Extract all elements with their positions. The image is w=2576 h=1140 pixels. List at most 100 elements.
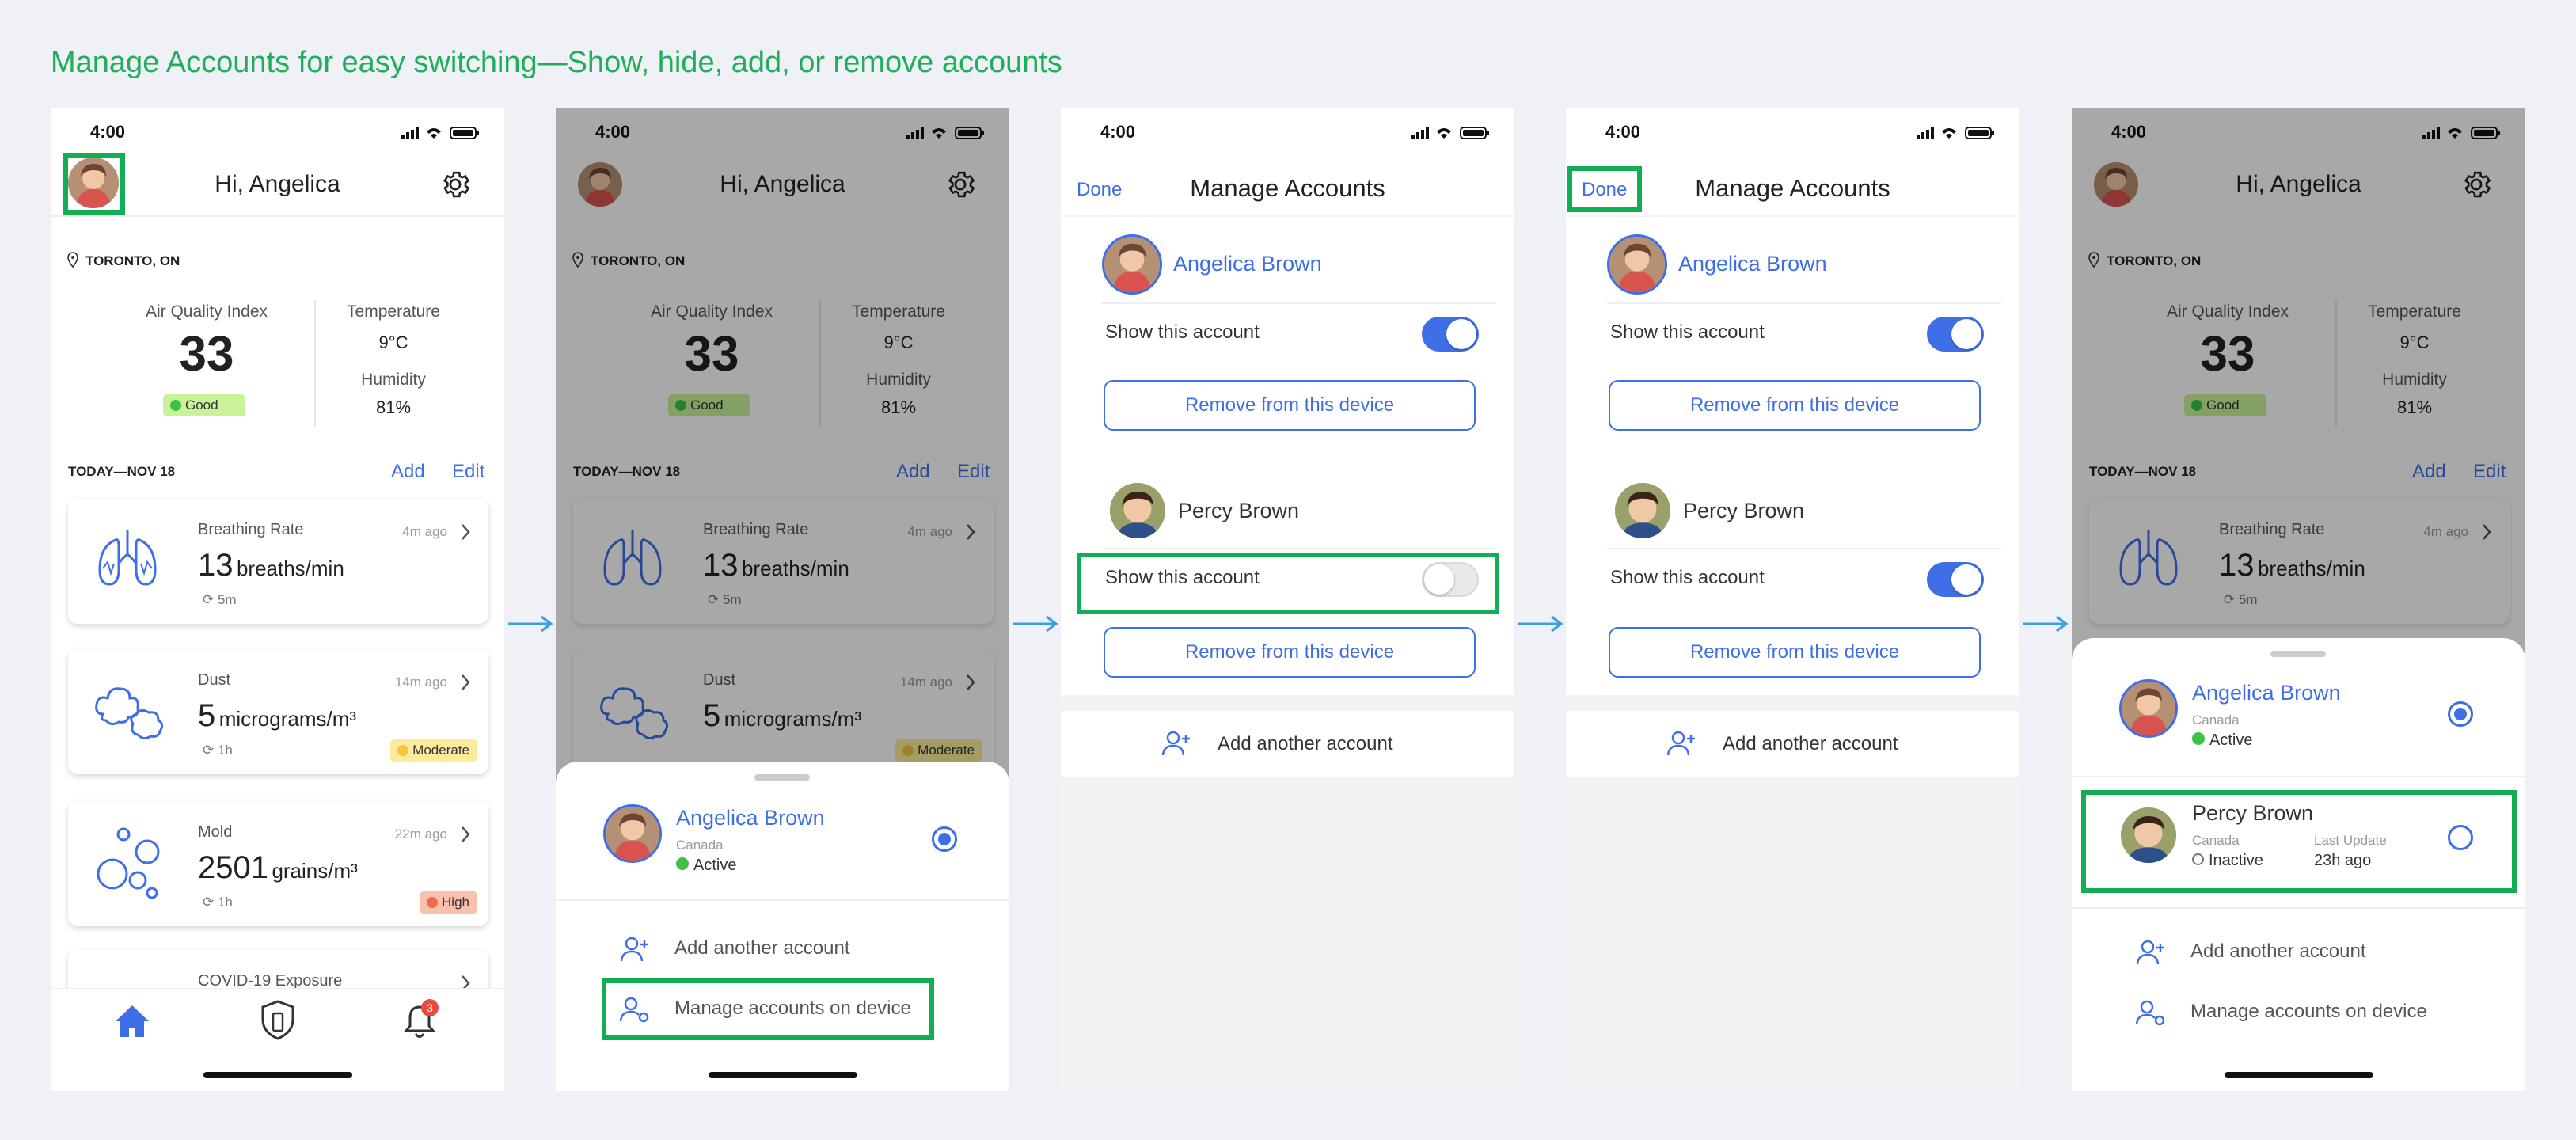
humidity-label: Humidity [361, 370, 426, 389]
home-indicator [203, 1072, 352, 1078]
manage-accounts-item[interactable]: Manage accounts on device [2190, 1001, 2427, 1023]
show-account-label: Show this account [1610, 567, 1765, 588]
show-account-label: Show this account [1105, 321, 1260, 343]
account-region: Canada [2192, 712, 2240, 728]
add-account-label: Add another account [1218, 733, 1393, 754]
add-person-icon [619, 936, 651, 967]
add-person-icon [1666, 730, 1697, 761]
chevron-right-icon [460, 673, 471, 696]
home-indicator [2225, 1072, 2373, 1078]
highlight-show-toggle [1077, 553, 1499, 614]
phone-manage-accounts: 4:00 Done Manage Accounts Angelica Brown… [1061, 108, 1514, 1091]
show-account-toggle-angelica[interactable] [1422, 317, 1479, 352]
phone-manage-accounts-updated: 4:00 Done Manage Accounts Angelica Brown… [1566, 108, 2019, 1091]
card-unit: breaths/min [236, 557, 344, 580]
notification-count-badge: 3 [421, 999, 439, 1016]
shield-device-icon[interactable] [260, 999, 296, 1044]
manage-title: Manage Accounts [1695, 174, 1890, 202]
account-status-text: Active [2209, 732, 2253, 749]
add-link[interactable]: Add [391, 461, 425, 483]
flow-arrow-icon [1012, 614, 1059, 637]
sheet-handle[interactable] [754, 774, 810, 781]
add-account-item[interactable]: Add another account [2190, 940, 2366, 963]
angelica-avatar [2119, 679, 2178, 738]
card-value: 2501 [198, 850, 268, 885]
phone-home: 4:00 Hi, Angelica TORONTO, ON Air Qualit… [51, 108, 504, 1091]
temperature-value: 9°C [378, 332, 408, 352]
card-label: Breathing Rate [198, 521, 304, 538]
today-label: TODAY—NOV 18 [68, 464, 176, 479]
settings-gear-icon[interactable] [439, 168, 472, 205]
remove-button-angelica[interactable]: Remove from this device [1104, 380, 1476, 431]
manage-accounts-icon [2135, 999, 2167, 1032]
card-mold[interactable]: Mold 22m ago 2501 grains/m³ ⟳ 1h High [68, 801, 488, 926]
location-label: TORONTO, ON [85, 253, 180, 268]
home-tab-icon[interactable] [112, 1002, 152, 1043]
card-label: Mold [198, 823, 233, 841]
show-account-label: Show this account [1610, 321, 1765, 343]
add-person-icon [1161, 730, 1192, 761]
highlight-manage-accounts [602, 978, 934, 1040]
status-badge-high: High [420, 891, 477, 914]
card-value: 5 [198, 698, 216, 733]
angelica-avatar [1607, 234, 1667, 294]
show-account-toggle-angelica[interactable] [1927, 317, 1984, 352]
status-icons [401, 125, 481, 145]
account-name: Angelica Brown [2192, 681, 2341, 705]
card-interval-text: 1h [217, 895, 233, 910]
location-pin-icon [66, 252, 79, 272]
edit-link[interactable]: Edit [452, 461, 484, 483]
card-interval: ⟳ 5m [203, 592, 237, 607]
account-status: Active [676, 857, 736, 875]
page-title: Manage Accounts for easy switching—Show,… [51, 46, 1062, 79]
account-switcher-sheet: Angelica Brown Canada Active Percy Brown… [2072, 638, 2525, 1091]
sheet-handle[interactable] [2270, 651, 2326, 657]
account-name: Angelica Brown [1678, 252, 1827, 276]
flow-arrow-icon [507, 614, 554, 637]
flow-arrow-icon [1517, 614, 1564, 637]
card-interval: ⟳ 1h [203, 743, 233, 758]
add-person-icon [2135, 939, 2167, 970]
add-account-item[interactable]: Add another account [674, 937, 850, 960]
account-radio-selected[interactable] [2448, 701, 2473, 727]
account-status: Active [2192, 732, 2252, 750]
status-icons [1917, 125, 1996, 145]
add-account-label: Add another account [1723, 733, 1898, 754]
phone-home-account-sheet-two: 4:00 Hi, Angelica TORONTO, ON Air Qualit… [2072, 108, 2525, 1091]
angelica-avatar [603, 804, 662, 863]
account-radio-selected[interactable] [932, 826, 957, 852]
remove-button-angelica[interactable]: Remove from this device [1609, 380, 1981, 431]
remove-button-percy[interactable]: Remove from this device [1609, 627, 1981, 678]
card-value: 13 [198, 548, 234, 583]
manage-title: Manage Accounts [1190, 174, 1385, 202]
account-status-text: Active [693, 857, 737, 874]
badge-text: Moderate [412, 743, 469, 758]
account-name: Angelica Brown [1173, 252, 1322, 276]
account-region: Canada [676, 838, 724, 853]
status-time: 4:00 [1605, 122, 1641, 142]
card-interval-text: 5m [217, 592, 237, 607]
card-unit: grains/m³ [272, 859, 358, 883]
home-indicator [709, 1072, 857, 1078]
flow-arrow-icon [2022, 614, 2069, 637]
card-time: 22m ago [394, 826, 447, 842]
card-unit: micrograms/m³ [218, 707, 357, 731]
mold-spores-icon [95, 825, 166, 905]
aqi-badge: Good [163, 394, 245, 416]
percy-avatar [1110, 483, 1165, 538]
card-breathing-rate[interactable]: Breathing Rate 4m ago 13 breaths/min ⟳ 5… [68, 499, 488, 624]
badge-text: High [442, 895, 469, 910]
aqi-badge-text: Good [185, 397, 218, 412]
card-dust[interactable]: Dust 14m ago 5 micrograms/m³ ⟳ 1h Modera… [68, 649, 488, 774]
status-icons [1411, 125, 1491, 145]
show-account-toggle-percy[interactable] [1927, 562, 1984, 597]
remove-button-percy[interactable]: Remove from this device [1104, 627, 1476, 678]
phone-home-account-sheet: 4:00 Hi, Angelica TORONTO, ON Air Qualit… [556, 108, 1009, 1091]
card-time: 14m ago [394, 674, 447, 690]
aqi-label: Air Quality Index [145, 302, 268, 321]
angelica-avatar [1102, 234, 1162, 294]
lungs-icon [92, 522, 163, 598]
account-switcher-sheet: Angelica Brown Canada Active Add another… [556, 762, 1009, 1091]
highlight-percy-account [2081, 790, 2517, 893]
account-name: Percy Brown [1178, 499, 1300, 522]
